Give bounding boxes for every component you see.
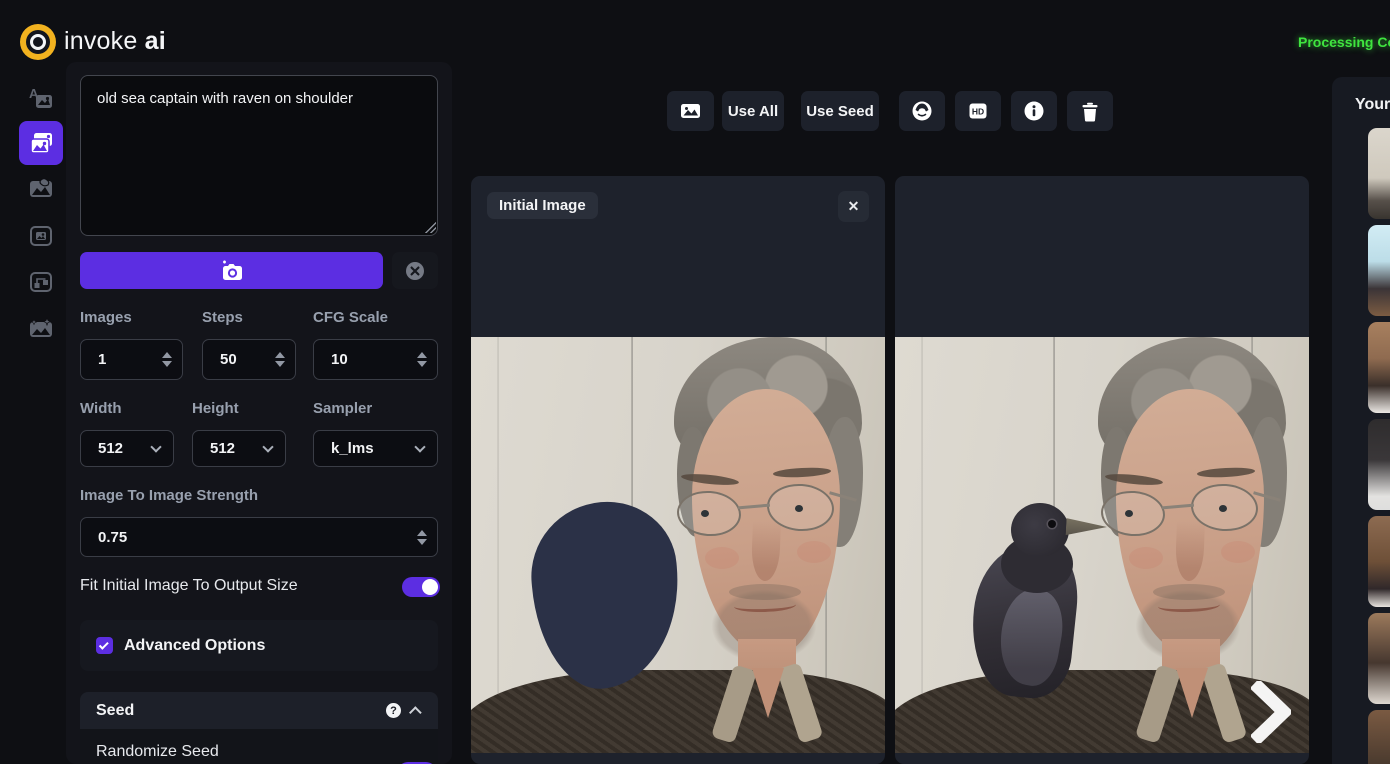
send-to-image-button[interactable]	[667, 91, 714, 131]
cfg-scale-label: CFG Scale	[313, 309, 388, 326]
fit-toggle[interactable]	[402, 577, 440, 597]
svg-text:HD: HD	[972, 107, 984, 117]
chevron-down-icon	[251, 447, 285, 451]
prompt-input[interactable]: old sea captain with raven on shoulder	[80, 75, 438, 236]
advanced-options-label: Advanced Options	[124, 637, 265, 655]
stepper-icon[interactable]	[152, 352, 182, 367]
image-icon	[680, 101, 701, 121]
face-restore-icon	[911, 100, 933, 122]
restore-faces-button[interactable]	[899, 91, 945, 131]
gallery-thumbnail-portrait-6[interactable]	[1368, 613, 1390, 704]
app-title: invoke ai	[64, 27, 166, 56]
images-value: 1	[98, 351, 152, 368]
help-icon[interactable]: ?	[386, 703, 401, 718]
tab-image-to-image[interactable]	[19, 121, 63, 165]
inpaint-mask-blob	[525, 496, 687, 694]
text-to-image-icon: A	[28, 85, 54, 111]
tab-post-processing[interactable]	[19, 307, 63, 351]
hd-icon: HD	[967, 100, 989, 122]
width-label: Width	[80, 400, 122, 417]
chevron-down-icon	[139, 447, 173, 451]
portrait-sweater	[471, 670, 885, 753]
initial-image-badge: Initial Image	[487, 192, 598, 219]
stepper-icon[interactable]	[407, 352, 437, 367]
camera-plus-icon	[220, 260, 244, 282]
sampler-value: k_lms	[331, 440, 403, 457]
x-circle-icon	[404, 260, 426, 282]
stepper-icon[interactable]	[407, 530, 437, 545]
strength-value: 0.75	[98, 529, 407, 546]
advanced-options-checkbox[interactable]	[96, 637, 113, 654]
steps-input[interactable]: 50	[202, 339, 296, 380]
info-icon	[1023, 100, 1045, 122]
chevron-up-icon	[409, 706, 422, 719]
post-processing-icon	[28, 316, 54, 342]
height-label: Height	[192, 400, 239, 417]
width-select[interactable]: 512	[80, 430, 174, 467]
gallery-thumbnail-portrait-1[interactable]	[1368, 128, 1390, 219]
cancel-button[interactable]	[392, 252, 438, 289]
width-value: 512	[98, 440, 139, 457]
use-all-button[interactable]: Use All	[722, 91, 784, 131]
sampler-label: Sampler	[313, 400, 372, 417]
randomize-seed-label: Randomize Seed	[96, 743, 219, 761]
nodes-icon	[28, 269, 54, 295]
seed-title: Seed	[96, 702, 134, 720]
height-value: 512	[210, 440, 251, 457]
tab-outpainting[interactable]	[19, 214, 63, 258]
gallery-panel: Your Invocations	[1332, 77, 1390, 764]
sampler-select[interactable]: k_lms	[313, 430, 438, 467]
upscale-button[interactable]: HD	[955, 91, 1001, 131]
use-seed-button[interactable]: Use Seed	[801, 91, 879, 131]
tab-text-to-image[interactable]: A	[19, 76, 63, 120]
invoke-button[interactable]	[80, 252, 383, 289]
clear-initial-image-button[interactable]: ✕	[838, 191, 869, 222]
tab-inpainting[interactable]	[19, 167, 63, 211]
gallery-thumbnail-portrait-3[interactable]	[1368, 322, 1390, 413]
gallery-thumbnail-portrait-5[interactable]	[1368, 516, 1390, 607]
gallery-thumbnail-portrait-2[interactable]	[1368, 225, 1390, 316]
invoke-logo	[20, 24, 56, 60]
chevron-down-icon	[403, 447, 437, 451]
tab-nodes[interactable]	[19, 260, 63, 304]
initial-image-panel: Initial Image ✕	[471, 176, 885, 764]
chevron-right-icon	[1251, 681, 1291, 743]
gallery-title: Your Invocations	[1355, 96, 1390, 114]
gallery-thumbnail-portrait-7[interactable]	[1368, 710, 1390, 764]
invoke-ai-app: { "header": { "brand": { "name": "invoke…	[0, 0, 1390, 764]
gallery-thumbnails	[1368, 128, 1390, 764]
stepper-icon[interactable]	[265, 352, 295, 367]
cfg-scale-value: 10	[331, 351, 407, 368]
seed-accordion-header[interactable]: Seed ?	[80, 692, 438, 729]
current-image-panel	[895, 176, 1309, 764]
trash-icon	[1080, 101, 1100, 122]
info-button[interactable]	[1011, 91, 1057, 131]
height-select[interactable]: 512	[192, 430, 286, 467]
raven-on-shoulder	[967, 505, 1117, 700]
steps-label: Steps	[202, 309, 243, 326]
gallery-thumbnail-portrait-4[interactable]	[1368, 419, 1390, 510]
images-input[interactable]: 1	[80, 339, 183, 380]
generated-image-photo	[895, 337, 1309, 753]
steps-value: 50	[220, 351, 265, 368]
cfg-scale-input[interactable]: 10	[313, 339, 438, 380]
inpainting-icon	[28, 176, 54, 202]
initial-image-photo	[471, 337, 885, 753]
status-message: Processing Complete	[1298, 34, 1390, 50]
strength-input[interactable]: 0.75	[80, 517, 438, 557]
outpainting-icon	[28, 223, 54, 249]
image-to-image-icon	[28, 130, 55, 157]
delete-image-button[interactable]	[1067, 91, 1113, 131]
fit-label: Fit Initial Image To Output Size	[80, 577, 298, 595]
images-label: Images	[80, 309, 132, 326]
next-image-button[interactable]	[1251, 681, 1291, 748]
strength-label: Image To Image Strength	[80, 487, 258, 504]
